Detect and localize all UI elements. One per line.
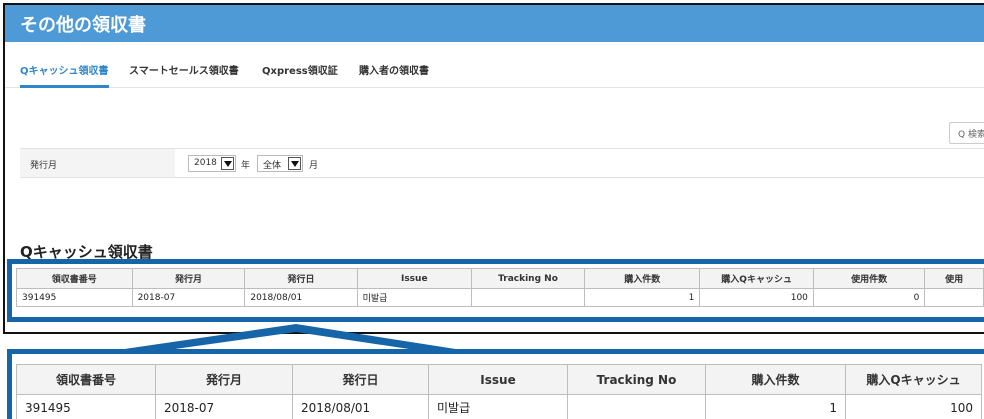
cell-purchase-qcash: 100 (699, 288, 814, 307)
cell-used (924, 288, 984, 307)
cell-receipt-no: 391495 (16, 288, 133, 307)
zoomed-receipt-table: 領収書番号 発行月 発行日 Issue Tracking No 購入件数 購入Q… (16, 364, 982, 419)
cell-receipt-no: 391495 (16, 394, 156, 419)
col-header-tracking-no[interactable]: Tracking No (567, 364, 706, 395)
col-header-purchase-qcash[interactable]: 購入Qキャッシュ (699, 268, 814, 289)
col-header-purchase-qcash[interactable]: 購入Qキャッシュ (845, 364, 982, 395)
zoomed-table-highlight: 領収書番号 発行月 発行日 Issue Tracking No 購入件数 購入Q… (7, 349, 984, 419)
col-header-issue-month[interactable]: 発行月 (155, 364, 293, 395)
cell-issue-date: 2018/08/01 (244, 288, 358, 307)
year-select-value: 2018 (194, 158, 217, 168)
receipt-table-highlight: 領収書番号 発行月 発行日 Issue Tracking No 購入件数 購入Q… (7, 259, 984, 322)
cell-tracking-no (470, 288, 586, 307)
col-header-issue[interactable]: Issue (356, 268, 472, 289)
month-unit-label: 月 (309, 161, 319, 171)
col-header-issue[interactable]: Issue (428, 364, 568, 395)
tab-buyer-receipt[interactable]: 購入者の領収書 (359, 62, 429, 77)
cell-purchase-count: 1 (584, 288, 701, 307)
cell-issue-month: 2018-07 (155, 394, 293, 419)
col-header-issue-date[interactable]: 発行日 (292, 364, 429, 395)
col-header-used-count[interactable]: 使用件数 (812, 268, 926, 289)
col-header-used[interactable]: 使用 (924, 268, 984, 289)
page-title: その他の領収書 (20, 15, 146, 36)
table-row[interactable]: 391495 2018-07 2018/08/01 미발급 1 100 (16, 394, 982, 419)
page-header: その他の領収書 (5, 5, 984, 42)
receipt-tabs: Qキャッシュ領収書 スマートセールス領収書 Qxpress領収証 購入者の領収書 (5, 42, 984, 88)
table-row[interactable]: 391495 2018-07 2018/08/01 미발급 1 100 0 (16, 288, 984, 307)
cell-tracking-no (567, 394, 706, 419)
col-header-issue-date[interactable]: 発行日 (244, 268, 358, 289)
tab-qxpress-receipt[interactable]: Qxpress領収証 (262, 62, 338, 77)
filter-row: 発行月 2018 年 全体 月 (20, 148, 984, 178)
search-button[interactable]: Q 検索 (949, 122, 984, 144)
filter-label: 発行月 (30, 161, 58, 171)
cell-used-count: 0 (812, 288, 926, 307)
month-select[interactable]: 全体 (257, 155, 303, 172)
col-header-issue-month[interactable]: 発行月 (131, 268, 246, 289)
year-select[interactable]: 2018 (188, 155, 236, 172)
zoomed-table-header-row: 領収書番号 発行月 発行日 Issue Tracking No 購入件数 購入Q… (16, 364, 982, 395)
col-header-tracking-no[interactable]: Tracking No (470, 268, 586, 289)
cell-issue: 미발급 (428, 394, 568, 419)
month-select-value: 全体 (263, 161, 282, 171)
cell-issue-date: 2018/08/01 (292, 394, 429, 419)
chevron-down-icon (288, 157, 301, 170)
cell-issue-month: 2018-07 (131, 288, 246, 307)
tab-qcash-receipt[interactable]: Qキャッシュ領収書 (20, 62, 109, 77)
cell-purchase-count: 1 (705, 394, 846, 419)
chevron-down-icon (221, 157, 234, 170)
col-header-receipt-no[interactable]: 領収書番号 (16, 364, 156, 395)
tab-smart-sales-receipt[interactable]: スマートセールス領収書 (129, 62, 239, 77)
filter-label-cell: 発行月 (20, 149, 175, 177)
cell-purchase-qcash: 100 (845, 394, 982, 419)
col-header-receipt-no[interactable]: 領収書番号 (16, 268, 133, 289)
col-header-purchase-count[interactable]: 購入件数 (705, 364, 846, 395)
cell-issue: 미발급 (356, 288, 472, 307)
active-tab-indicator (20, 85, 109, 88)
year-unit-label: 年 (241, 161, 251, 171)
receipt-table: 領収書番号 発行月 発行日 Issue Tracking No 購入件数 購入Q… (16, 268, 984, 307)
col-header-purchase-count[interactable]: 購入件数 (584, 268, 701, 289)
table-header-row: 領収書番号 発行月 発行日 Issue Tracking No 購入件数 購入Q… (16, 268, 984, 289)
